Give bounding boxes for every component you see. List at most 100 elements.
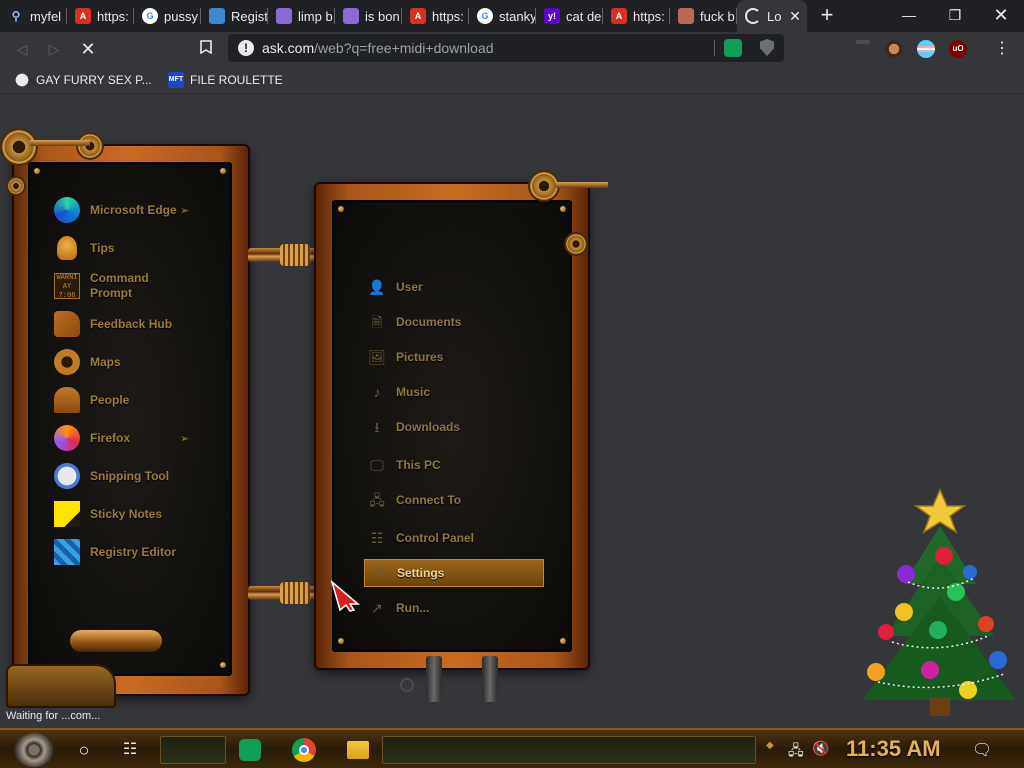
start-app-item[interactable]: Sticky Notes (52, 498, 180, 530)
music-icon: ♪ (373, 384, 381, 400)
start-app-item[interactable]: Tips (52, 232, 180, 264)
edge-icon (52, 195, 82, 225)
file-explorer-icon[interactable] (344, 736, 372, 764)
stop-loading-button[interactable]: ✕ (76, 37, 100, 61)
control-panel-icon: ☷ (370, 530, 384, 546)
start-place-item[interactable]: ↗ Run... (364, 594, 544, 622)
new-tab-button[interactable]: + (813, 2, 841, 30)
tab-title: limp b (298, 8, 333, 24)
back-button[interactable]: ◁ (10, 37, 34, 61)
start-place-item[interactable]: 🗎 Documents (364, 308, 544, 336)
start-place-item[interactable]: ⭳ Downloads (364, 413, 544, 441)
bookmark-item[interactable]: MFT FILE ROULETTE (168, 72, 283, 88)
start-place-item[interactable]: ⚙ Settings (364, 559, 544, 587)
power-icon[interactable] (400, 678, 414, 692)
divider (714, 40, 715, 56)
start-place-item[interactable]: 🖼 Pictures (364, 343, 544, 371)
rivet (560, 638, 566, 644)
action-center-icon[interactable]: 🗨 (972, 740, 992, 760)
forward-button[interactable]: ▷ (42, 37, 66, 61)
people-icon (52, 385, 82, 415)
search-icon: ⚲ (8, 8, 24, 24)
start-app-item[interactable]: Firefox ➢ (52, 422, 189, 454)
browser-tab[interactable]: Ahttps: (603, 0, 670, 32)
start-place-label: Settings (397, 566, 445, 580)
browser-tab[interactable]: Lo ✕ (737, 0, 807, 32)
start-place-item[interactable]: 👤 User (364, 273, 544, 301)
minimize-button[interactable]: — (886, 0, 932, 32)
tab-title: myfel (30, 8, 62, 24)
browser-tab[interactable]: fuck b (670, 0, 737, 32)
start-app-label: Firefox (90, 430, 131, 445)
task-view-icon[interactable]: ☷ (118, 738, 142, 762)
shield-extension-icon[interactable] (760, 39, 774, 56)
start-app-item[interactable]: Snipping Tool (52, 460, 180, 492)
machine-ornament (6, 664, 116, 708)
submenu-arrow-icon[interactable]: ➢ (180, 204, 189, 217)
start-app-label: Tips (90, 240, 115, 255)
sticky-note-icon (52, 499, 82, 529)
taskbar-clock[interactable]: 11:35 AM (846, 736, 941, 762)
start-button[interactable] (14, 733, 54, 767)
ublock-icon[interactable]: uO (949, 40, 967, 58)
browser-tab[interactable]: Gstanky (469, 0, 536, 32)
bookmark-icon[interactable] (194, 37, 218, 61)
start-app-label: People (90, 392, 130, 407)
rivet (560, 206, 566, 212)
hangouts-icon[interactable] (236, 736, 264, 764)
start-app-label: Microsoft Edge (90, 202, 177, 217)
avatar-extension-icon[interactable] (885, 40, 903, 58)
browser-tab[interactable]: Regist (201, 0, 268, 32)
start-app-item[interactable]: Feedback Hub (52, 308, 180, 340)
start-place-item[interactable]: 🖧 Connect To (364, 486, 544, 514)
url-text[interactable]: ask.com/web?q=free+midi+download (262, 40, 494, 56)
run-icon: ↗ (371, 600, 383, 616)
bookmark-label: FILE ROULETTE (190, 73, 283, 87)
start-menu-apps-panel (14, 146, 248, 694)
hangouts-extension-icon[interactable] (724, 39, 742, 57)
start-place-label: Control Panel (396, 531, 475, 545)
volume-muted-icon[interactable]: 🔇 (812, 740, 829, 757)
start-app-item[interactable]: WARNI AY 7:06 Command Prompt (52, 270, 180, 302)
download-icon: ⭳ (374, 419, 380, 435)
browser-menu-icon[interactable]: ⋮ (990, 37, 1014, 61)
start-app-item[interactable]: Microsoft Edge ➢ (52, 194, 189, 226)
bookmark-item[interactable]: GAY FURRY SEX P... (14, 72, 152, 88)
browser-tab[interactable]: Ahttps: (67, 0, 134, 32)
start-app-item[interactable]: Registry Editor (52, 536, 180, 568)
taskbar-slot (382, 736, 756, 764)
start-place-label: Documents (396, 315, 462, 329)
google-icon: G (477, 8, 493, 24)
start-place-item[interactable]: 🖵 This PC (364, 451, 544, 479)
gear-ornament (530, 172, 558, 200)
browser-tab[interactable]: Gpussy (134, 0, 201, 32)
chrome-icon[interactable] (290, 736, 318, 764)
close-window-button[interactable]: ✕ (978, 0, 1024, 32)
rivet (220, 168, 226, 174)
search-icon[interactable]: ○ (72, 738, 96, 762)
globe-icon (14, 72, 30, 88)
registry-icon (209, 8, 225, 24)
extension-menu-icon[interactable] (856, 40, 870, 44)
browser-tab[interactable]: y! cat de (536, 0, 603, 32)
browser-tab[interactable]: ⚲ myfel (0, 0, 67, 32)
tab-strip: ⚲ myfel Ahttps: Gpussy Regist limp b is bon Aht… (0, 0, 1024, 32)
tray-overflow-icon[interactable]: ◆ (766, 740, 774, 751)
start-place-item[interactable]: ♪ Music (364, 378, 544, 406)
address-bar[interactable]: ! ask.com/web?q=free+midi+download (228, 34, 784, 62)
flag-extension-icon[interactable] (917, 40, 935, 58)
scissors-icon (52, 461, 82, 491)
start-place-item[interactable]: ☷ Control Panel (364, 524, 544, 552)
feather-icon (343, 8, 359, 24)
submenu-arrow-icon[interactable]: ➢ (180, 432, 189, 445)
loading-status: Waiting for ...com... (0, 708, 107, 726)
restore-button[interactable]: ❐ (932, 0, 978, 32)
start-app-item[interactable]: People (52, 384, 180, 416)
browser-tab[interactable]: is bon (335, 0, 402, 32)
close-tab-icon[interactable]: ✕ (787, 8, 803, 24)
site-info-icon[interactable]: ! (238, 40, 254, 56)
browser-tab[interactable]: limp b (268, 0, 335, 32)
network-icon[interactable]: 🖧 (788, 740, 804, 764)
start-app-item[interactable]: Maps (52, 346, 180, 378)
browser-tab[interactable]: Ahttps: (402, 0, 469, 32)
